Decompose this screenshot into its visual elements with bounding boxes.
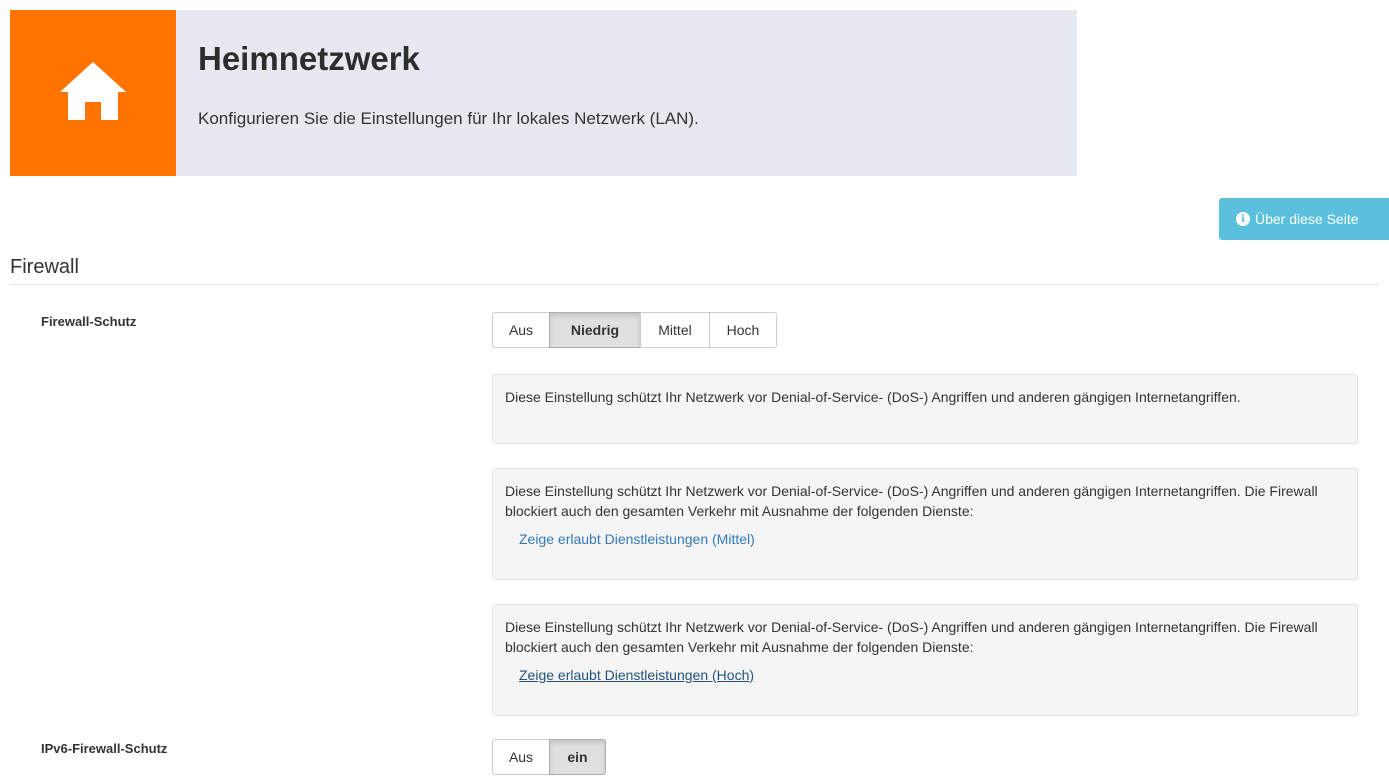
description-text: Diese Einstellung schützt Ihr Netzwerk v… [505,389,1241,405]
about-page-label: Über diese Seite [1255,211,1359,227]
firewall-option-mittel[interactable]: Mittel [640,312,710,348]
ipv6-firewall-selector: Aus ein [492,739,606,775]
firewall-description-high: Diese Einstellung schützt Ihr Netzwerk v… [492,604,1358,716]
show-allowed-services-medium-link[interactable]: Zeige erlaubt Dienstleistungen (Mittel) [519,529,1345,549]
header-icon-box [10,10,176,176]
firewall-option-niedrig[interactable]: Niedrig [549,312,641,348]
ipv6-firewall-protection-label: IPv6-Firewall-Schutz [41,741,168,756]
page-title: Heimnetzwerk [198,40,420,77]
description-text: Diese Einstellung schützt Ihr Netzwerk v… [505,619,1318,655]
firewall-option-aus[interactable]: Aus [492,312,550,348]
description-text: Diese Einstellung schützt Ihr Netzwerk v… [505,483,1318,519]
page-header: Heimnetzwerk Konfigurieren Sie die Einst… [10,10,1077,176]
ipv6-option-aus[interactable]: Aus [492,739,550,775]
firewall-option-hoch[interactable]: Hoch [709,312,777,348]
ipv6-option-ein[interactable]: ein [549,739,606,775]
section-divider [10,284,1379,285]
firewall-protection-label: Firewall-Schutz [41,314,137,329]
firewall-level-selector: Aus Niedrig Mittel Hoch [492,312,777,348]
firewall-description-medium: Diese Einstellung schützt Ihr Netzwerk v… [492,468,1358,580]
page-subtitle: Konfigurieren Sie die Einstellungen für … [198,109,699,128]
home-icon [60,61,126,125]
about-page-button[interactable]: i Über diese Seite [1219,198,1389,240]
firewall-description-low: Diese Einstellung schützt Ihr Netzwerk v… [492,374,1358,444]
show-allowed-services-high-link[interactable]: Zeige erlaubt Dienstleistungen (Hoch) [519,665,1345,685]
section-title-firewall: Firewall [10,256,79,278]
info-icon: i [1236,212,1250,226]
